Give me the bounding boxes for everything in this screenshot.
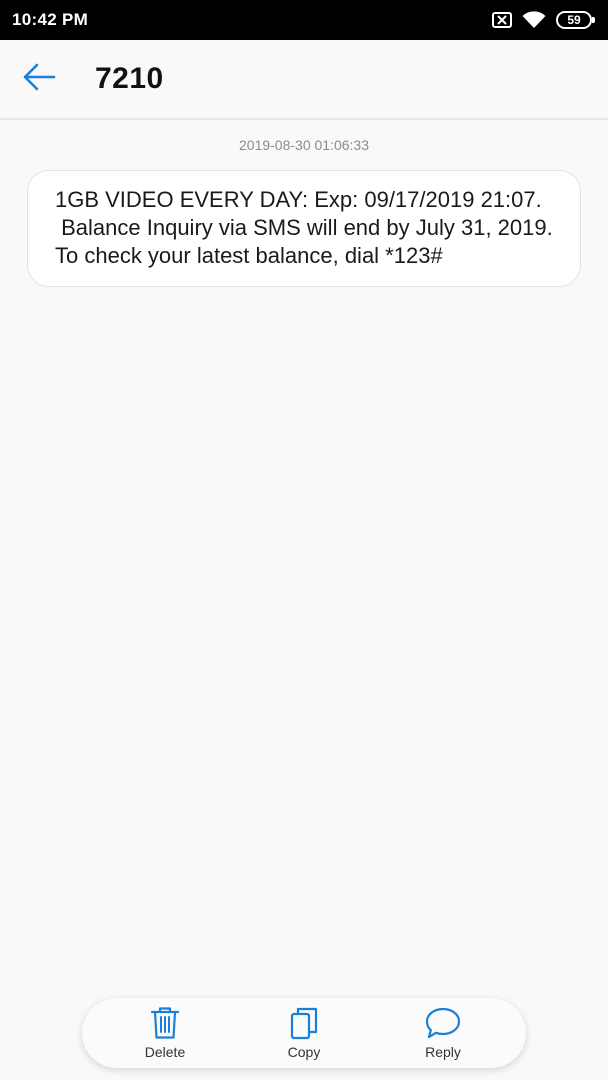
delete-label: Delete [144, 1044, 186, 1060]
status-icons: 59 [492, 11, 595, 29]
status-bar: 10:42 PM 59 [0, 0, 608, 40]
back-button[interactable] [22, 49, 92, 109]
back-arrow-icon [22, 62, 56, 97]
wifi-icon [522, 11, 546, 29]
reply-label: Reply [425, 1044, 461, 1060]
reply-button[interactable]: Reply [398, 1001, 488, 1065]
action-bar: Delete Copy Reply [82, 998, 526, 1068]
copy-button[interactable]: Copy [259, 1001, 349, 1065]
trash-icon [150, 1006, 180, 1044]
battery-icon: 59 [556, 11, 595, 29]
message-timestamp: 2019-08-30 01:06:33 [239, 137, 369, 153]
speech-bubble-icon [425, 1006, 461, 1044]
battery-level: 59 [567, 13, 581, 27]
status-time: 10:42 PM [12, 10, 89, 29]
message-bubble[interactable]: 1GB VIDEO EVERY DAY: Exp: 09/17/2019 21:… [27, 170, 581, 287]
copy-icon [289, 1006, 319, 1044]
conversation-title: 7210 [95, 62, 164, 95]
copy-label: Copy [287, 1044, 321, 1060]
delete-button[interactable]: Delete [120, 1001, 210, 1065]
sim-blocked-icon [492, 12, 512, 28]
app-header: 7210 [0, 40, 608, 120]
